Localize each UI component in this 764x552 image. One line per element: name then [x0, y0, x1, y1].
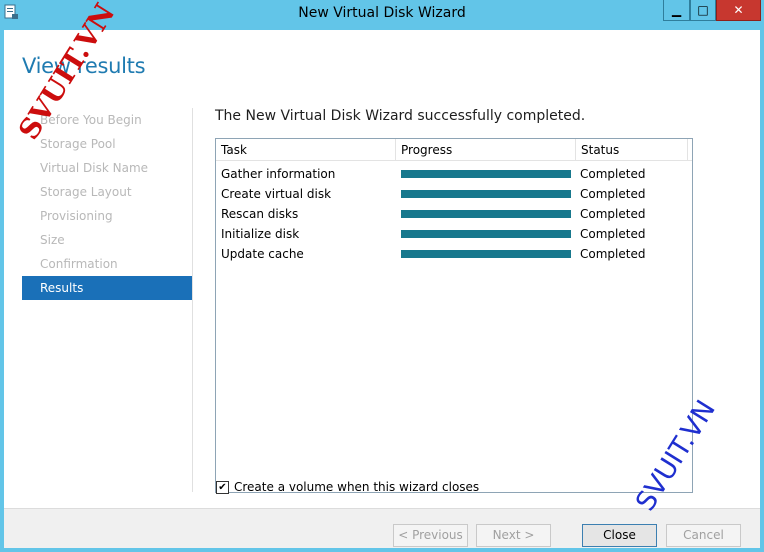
wizard-body: View results Before You Begin Storage Poo… [4, 30, 760, 548]
task-name: Gather information [221, 167, 336, 181]
progress-bar-fill [401, 250, 571, 258]
close-button[interactable]: Close [582, 524, 657, 547]
task-name: Rescan disks [221, 207, 299, 221]
maximize-button[interactable]: □ [690, 0, 716, 21]
column-header-progress[interactable]: Progress [396, 139, 576, 161]
table-header: Task Progress Status [216, 139, 692, 161]
nav-item-virtual-disk-name[interactable]: Virtual Disk Name [22, 156, 193, 180]
task-status: Completed [580, 247, 646, 261]
table-row[interactable]: Initialize disk Completed [216, 224, 692, 244]
create-volume-checkbox[interactable]: ✔ [216, 480, 229, 494]
progress-bar-fill [401, 230, 571, 238]
button-bar: < Previous Next > Close Cancel [4, 508, 760, 548]
create-volume-option[interactable]: ✔ Create a volume when this wizard close… [216, 479, 479, 495]
progress-bar [401, 210, 571, 218]
table-row[interactable]: Update cache Completed [216, 244, 692, 264]
window-title: New Virtual Disk Wizard [298, 5, 466, 21]
close-icon: ✕ [733, 3, 744, 17]
progress-bar [401, 170, 571, 178]
task-status: Completed [580, 227, 646, 241]
task-status: Completed [580, 187, 646, 201]
task-name: Initialize disk [221, 227, 300, 241]
nav-divider [192, 108, 193, 492]
minimize-button[interactable]: ▁ [663, 0, 690, 21]
wizard-nav: Before You Begin Storage Pool Virtual Disk… [22, 108, 193, 300]
task-status: Completed [580, 207, 646, 221]
result-message: The New Virtual Disk Wizard successfully… [215, 108, 586, 124]
nav-item-results[interactable]: Results [22, 276, 193, 300]
progress-bar-fill [401, 190, 571, 198]
wizard-window: New Virtual Disk Wizard ▁ □ ✕ View resul… [0, 0, 764, 552]
column-header-status[interactable]: Status [576, 139, 688, 161]
table-row[interactable]: Gather information Completed [216, 164, 692, 184]
progress-bar-fill [401, 210, 571, 218]
maximize-icon: □ [697, 3, 709, 17]
nav-item-size[interactable]: Size [22, 228, 193, 252]
page-title: View results [22, 54, 146, 78]
title-bar[interactable]: New Virtual Disk Wizard ▁ □ ✕ [0, 0, 764, 26]
progress-bar-fill [401, 170, 571, 178]
create-volume-label[interactable]: Create a volume when this wizard closes [234, 480, 479, 494]
progress-bar [401, 230, 571, 238]
nav-item-provisioning[interactable]: Provisioning [22, 204, 193, 228]
progress-bar [401, 250, 571, 258]
task-name: Update cache [221, 247, 304, 261]
minimize-icon: ▁ [671, 3, 682, 17]
next-button[interactable]: Next > [476, 524, 551, 547]
task-status: Completed [580, 167, 646, 181]
nav-item-confirmation[interactable]: Confirmation [22, 252, 193, 276]
checkmark-icon: ✔ [218, 481, 227, 493]
task-name: Create virtual disk [221, 187, 332, 201]
table-row[interactable]: Create virtual disk Completed [216, 184, 692, 204]
cancel-button[interactable]: Cancel [666, 524, 741, 547]
results-table: Task Progress Status Gather information C… [215, 138, 693, 493]
previous-button[interactable]: < Previous [393, 524, 468, 547]
close-window-button[interactable]: ✕ [716, 0, 761, 21]
column-header-task[interactable]: Task [216, 139, 396, 161]
table-row[interactable]: Rescan disks Completed [216, 204, 692, 224]
nav-item-before-you-begin[interactable]: Before You Begin [22, 108, 193, 132]
progress-bar [401, 190, 571, 198]
nav-item-storage-layout[interactable]: Storage Layout [22, 180, 193, 204]
nav-item-storage-pool[interactable]: Storage Pool [22, 132, 193, 156]
